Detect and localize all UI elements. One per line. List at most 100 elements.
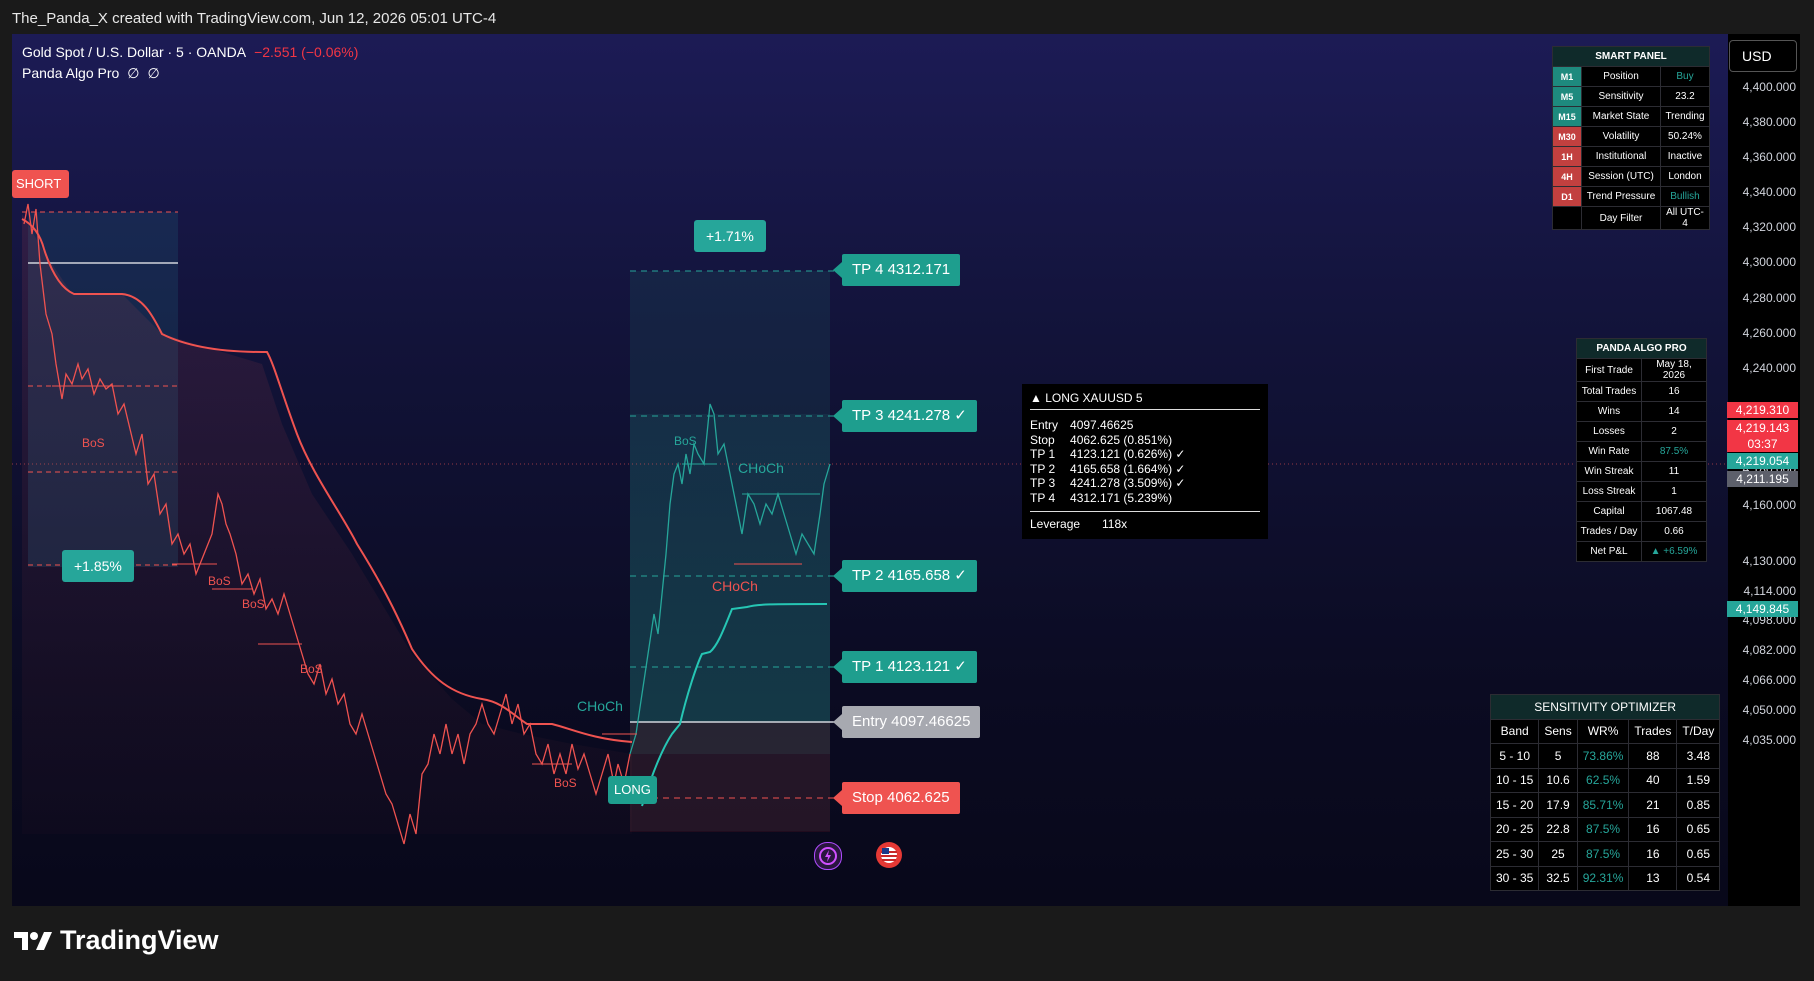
price-axis[interactable]: 4,400.000 4,380.000 4,360.000 4,340.000 4,32… xyxy=(1728,34,1800,906)
smart-panel-label: Trend Pressure xyxy=(1581,186,1661,207)
stats-label: First Trade xyxy=(1576,358,1642,382)
stop-label: Stop 4062.625 xyxy=(833,782,960,814)
smart-panel-value: Bullish xyxy=(1660,186,1710,207)
indicator-param: ∅ xyxy=(147,65,160,81)
optimizer-row: 10 - 15 10.6 62.5% 40 1.59 xyxy=(1489,767,1721,793)
smart-panel-value: Inactive xyxy=(1660,146,1710,167)
price-tick: 4,340.000 xyxy=(1742,185,1796,199)
trade-row-label: TP 4 xyxy=(1030,490,1056,505)
optimizer-cell: 21 xyxy=(1628,792,1678,818)
smart-panel-value: All UTC-4 xyxy=(1660,206,1710,230)
tp4-label: TP 4 4312.171 xyxy=(832,254,961,286)
smart-panel: SMART PANEL M1 Position Buy M5 Sensitivity 23… xyxy=(1552,46,1710,230)
short-profit-badge: +1.85% xyxy=(62,550,134,582)
smart-panel-label: Session (UTC) xyxy=(1581,166,1661,187)
timeframe-badge: 1H xyxy=(1552,146,1582,167)
tp1-label: TP 1 4123.121 ✓ xyxy=(833,651,977,683)
price-change: −2.551 (−0.06%) xyxy=(254,44,359,60)
optimizer-cell: 3.48 xyxy=(1676,743,1721,769)
optimizer-cell: 0.85 xyxy=(1676,792,1721,818)
optimizer-cell: 17.9 xyxy=(1538,792,1578,818)
optimizer-cell: 5 - 10 xyxy=(1489,743,1540,769)
currency-button[interactable]: USD xyxy=(1729,40,1797,72)
tp2-label: TP 2 4165.658 ✓ xyxy=(833,560,977,592)
stats-row: Loss Streak 1 xyxy=(1576,481,1707,502)
price-chart-canvas[interactable] xyxy=(12,34,1728,906)
trade-row-value: 4241.278 (3.509%) ✓ xyxy=(1070,476,1186,490)
smart-panel-label: Market State xyxy=(1581,106,1661,127)
trade-levels-table: Entry 4097.46625 Stop 4062.625 (0.851%) TP… xyxy=(1030,418,1197,505)
stats-label: Wins xyxy=(1576,401,1642,422)
price-tick: 4,300.000 xyxy=(1742,255,1796,269)
bos-label: BoS xyxy=(674,434,697,448)
symbol-name[interactable]: Gold Spot / U.S. Dollar · 5 · OANDA xyxy=(22,44,246,60)
trade-info-box: ▲ LONG XAUUSD 5 Entry 4097.46625 Stop 4062… xyxy=(1022,384,1268,539)
stats-value: 16 xyxy=(1641,381,1707,402)
timeframe-badge: 4H xyxy=(1552,166,1582,187)
chart-pane[interactable]: Gold Spot / U.S. Dollar · 5 · OANDA −2.55… xyxy=(12,34,1800,906)
flash-event-icon[interactable] xyxy=(814,842,842,870)
optimizer-cell: 85.71% xyxy=(1576,792,1630,818)
leverage-row: Leverage 118x xyxy=(1030,511,1260,531)
timeframe-badge: M15 xyxy=(1552,106,1582,127)
optimizer-row: 15 - 20 17.9 85.71% 21 0.85 xyxy=(1489,792,1721,818)
optimizer-cell: 73.86% xyxy=(1576,743,1630,769)
stats-value: ▲ +6.59% xyxy=(1641,541,1707,562)
trade-row: Stop 4062.625 (0.851%) xyxy=(1030,433,1197,448)
long-risk-zone xyxy=(630,722,830,832)
price-tick: 4,380.000 xyxy=(1742,115,1796,129)
optimizer-cell: 1.59 xyxy=(1676,767,1721,793)
optimizer-cell: 5 xyxy=(1538,743,1578,769)
price-tick: 4,130.000 xyxy=(1742,554,1796,568)
trade-row: TP 4 4312.171 (5.239%) xyxy=(1030,491,1197,506)
smart-panel-row: M30 Volatility 50.24% xyxy=(1552,126,1710,147)
stats-row: Win Rate 87.5% xyxy=(1576,441,1707,462)
stats-row: Losses 2 xyxy=(1576,421,1707,442)
optimizer-cell: 0.54 xyxy=(1676,865,1721,891)
smart-panel-label: Volatility xyxy=(1581,126,1661,147)
smart-panel-value: London xyxy=(1660,166,1710,187)
optimizer-header-row: Band Sens WR% Trades T/Day xyxy=(1489,718,1721,744)
stats-row: Total Trades 16 xyxy=(1576,381,1707,402)
price-tick: 4,400.000 xyxy=(1742,80,1796,94)
bos-label: BoS xyxy=(242,597,265,611)
stats-value: May 18, 2026 xyxy=(1641,358,1707,382)
trade-row-value: 4097.46625 xyxy=(1070,418,1134,432)
indicator-name[interactable]: Panda Algo Pro xyxy=(22,65,119,81)
stats-label: Losses xyxy=(1576,421,1642,442)
timeframe-badge: M30 xyxy=(1552,126,1582,147)
stats-value: 1067.48 xyxy=(1641,501,1707,522)
smart-panel-row: 1H Institutional Inactive xyxy=(1552,146,1710,167)
choch-label: CHoCh xyxy=(712,578,758,594)
smart-panel-row: 4H Session (UTC) London xyxy=(1552,166,1710,187)
stats-row: Wins 14 xyxy=(1576,401,1707,422)
trade-header: ▲ LONG XAUUSD 5 xyxy=(1030,384,1260,410)
price-label: 4,219.310 xyxy=(1727,402,1798,418)
us-economic-event-icon[interactable] xyxy=(876,842,902,868)
optimizer-row: 20 - 25 22.8 87.5% 16 0.65 xyxy=(1489,816,1721,842)
short-signal-label: SHORT xyxy=(12,170,70,198)
smart-panel-value: Trending xyxy=(1660,106,1710,127)
stats-label: Win Streak xyxy=(1576,461,1642,482)
trade-row-value: 4165.658 (1.664%) ✓ xyxy=(1070,461,1186,476)
indicator-legend[interactable]: Panda Algo Pro ∅ ∅ xyxy=(22,65,168,82)
timeframe-badge: D1 xyxy=(1552,186,1582,207)
tradingview-logo[interactable]: TradingView xyxy=(14,925,219,956)
trade-row-label: Stop xyxy=(1030,432,1055,447)
price-tick: 4,360.000 xyxy=(1742,150,1796,164)
trade-row-label: TP 1 xyxy=(1030,447,1056,461)
trade-row: TP 1 4123.121 (0.626%) ✓ xyxy=(1030,447,1197,462)
optimizer-cell: 0.65 xyxy=(1676,816,1721,842)
smart-panel-row: D1 Trend Pressure Bullish xyxy=(1552,186,1710,207)
optimizer-row: 5 - 10 5 73.86% 88 3.48 xyxy=(1489,743,1721,769)
smart-panel-label: Day Filter xyxy=(1581,206,1661,230)
optimizer-title: SENSITIVITY OPTIMIZER xyxy=(1489,694,1721,720)
choch-label: CHoCh xyxy=(738,460,784,476)
price-tick: 4,260.000 xyxy=(1742,326,1796,340)
symbol-legend[interactable]: Gold Spot / U.S. Dollar · 5 · OANDA −2.55… xyxy=(22,44,358,60)
optimizer-cell: 92.31% xyxy=(1576,865,1630,891)
optimizer-cell: 32.5 xyxy=(1538,865,1578,891)
bar-countdown: 03:37 xyxy=(1727,436,1798,452)
optimizer-header: Band xyxy=(1489,718,1540,744)
smart-panel-row: M15 Market State Trending xyxy=(1552,106,1710,127)
